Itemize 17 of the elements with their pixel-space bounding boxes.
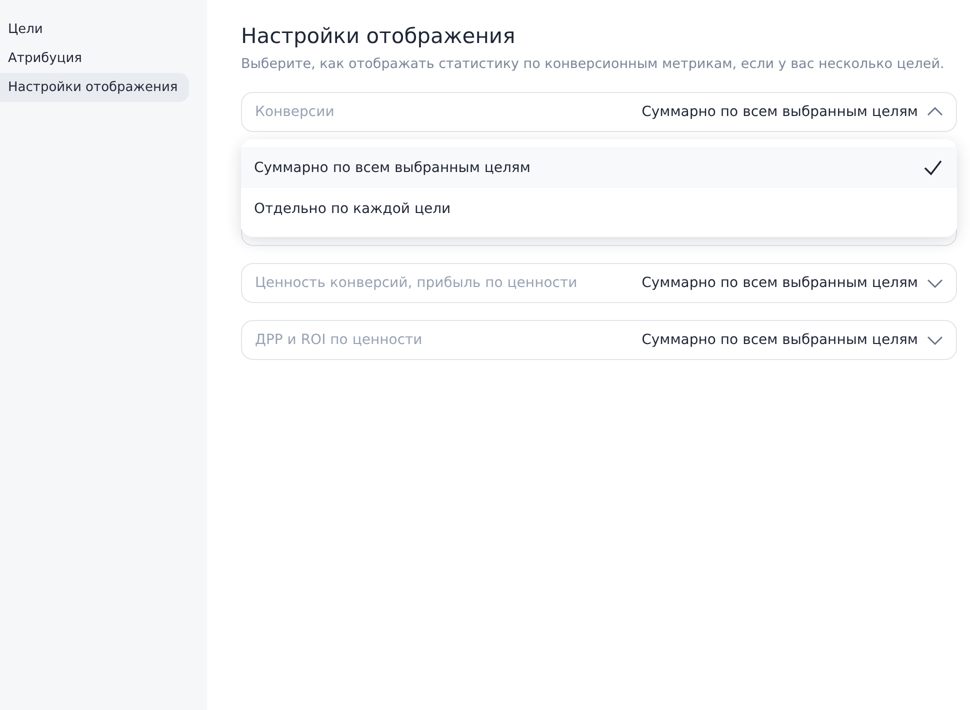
select-field[interactable]: ДРР и ROI по ценности Суммарно по всем выбранным целям (241, 320, 957, 360)
page-subtitle: Выберите, как отображать статистику по конверсионным метрикам, если у вас несколько целей. (241, 56, 946, 72)
select-field[interactable]: Конверсии Суммарно по всем выбранным целям (241, 92, 957, 132)
field-value: Суммарно по всем выбранным целям (642, 332, 918, 348)
field-value: Суммарно по всем выбранным целям (642, 275, 918, 291)
field-value: Суммарно по всем выбранным целям (642, 104, 918, 120)
checkmark-icon (923, 158, 943, 176)
sidebar-item[interactable]: Цели (0, 15, 189, 44)
select-field[interactable]: Ценность конверсий, прибыль по ценности Суммарно по всем выбранным целям (241, 263, 957, 303)
field-label: Конверсии (255, 104, 334, 120)
page-title: Настройки отображения (241, 24, 516, 48)
field-label: ДРР и ROI по ценности (255, 332, 422, 348)
menu-option[interactable]: Отдельно по каждой цели (241, 188, 957, 229)
sidebar-item[interactable]: Настройки отображения (0, 73, 189, 102)
sidebar-item[interactable]: Атрибуция (0, 44, 189, 73)
menu-option[interactable]: Суммарно по всем выбранным целям (241, 147, 957, 188)
field-label: Ценность конверсий, прибыль по ценности (255, 275, 578, 291)
